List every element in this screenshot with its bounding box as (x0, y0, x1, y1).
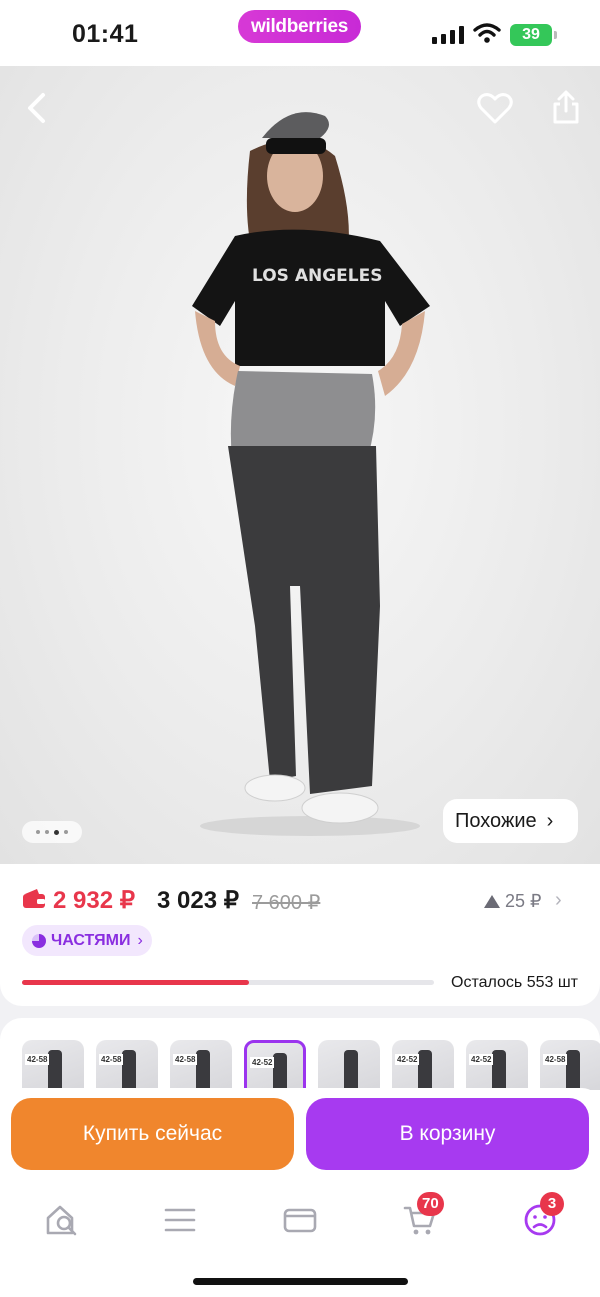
back-button[interactable] (18, 90, 54, 126)
cellular-signal-icon (432, 26, 464, 44)
variant-thumbnail[interactable]: 42-58 (170, 1040, 232, 1090)
thumbnail-size-tag: 42-52 (250, 1057, 275, 1068)
old-price: 7 600 ₽ (252, 892, 321, 914)
nav-home[interactable] (42, 1200, 82, 1240)
thumbnail-size-tag: 42-52 (469, 1054, 494, 1065)
heart-icon (477, 93, 513, 124)
thumbnail-size-tag: 42-58 (173, 1054, 198, 1065)
stock-progress-bar (22, 980, 434, 985)
thumbnail-size-tag: 42-52 (395, 1054, 420, 1065)
thumbnail-size-tag: 42-58 (99, 1054, 124, 1065)
favorite-button[interactable] (474, 88, 516, 130)
chevron-right-icon: › (137, 931, 143, 949)
catalog-icon (164, 1208, 196, 1232)
installments-chip[interactable]: ЧАСТЯМИ › (22, 925, 152, 956)
status-time: 01:41 (72, 20, 139, 48)
gallery-pagination (22, 821, 82, 843)
wallet-icon (283, 1208, 317, 1233)
home-indicator (193, 1278, 408, 1285)
price-card: 2 932 ₽ 3 023 ₽ 7 600 ₽ 25 ₽ › ЧАСТЯМИ ›… (0, 864, 600, 1006)
similar-products-label: Похожие (455, 809, 537, 832)
battery-indicator: 39 (510, 24, 557, 46)
svg-text:LOS ANGELES: LOS ANGELES (252, 266, 382, 286)
nav-profile[interactable]: 3 (520, 1192, 564, 1240)
brand-logo: wildberries (238, 10, 361, 43)
nav-wallet[interactable] (280, 1200, 320, 1240)
stock-progress-fill (22, 980, 249, 985)
share-icon (553, 90, 579, 124)
installments-label: ЧАСТЯМИ (51, 931, 131, 949)
similar-products-button[interactable]: Похожие › (443, 799, 578, 843)
variant-thumbnail[interactable]: 42-52 (466, 1040, 528, 1090)
triangle-up-icon (484, 895, 500, 908)
variant-thumbnail[interactable]: 42-58 (96, 1040, 158, 1090)
wallet-icon (23, 889, 45, 908)
product-image-gallery[interactable]: LOS ANGELES Похожие › (0, 66, 600, 866)
price-change-value: 25 ₽ (505, 891, 542, 911)
wallet-price: 2 932 ₽ (53, 887, 135, 914)
variant-thumbnails[interactable]: 42-58 42-58 42-58 42-52 42-52 42-52 42-58 (22, 1040, 600, 1090)
stock-remaining: Осталось 553 шт (451, 974, 578, 991)
current-price: 3 023 ₽ (157, 887, 239, 914)
share-button[interactable] (546, 86, 586, 128)
nav-catalog[interactable] (160, 1200, 200, 1240)
cart-badge: 70 (417, 1192, 444, 1216)
profile-badge: 3 (540, 1192, 564, 1216)
buy-now-button[interactable]: Купить сейчас (11, 1098, 294, 1170)
chevron-right-icon: › (546, 809, 554, 832)
gallery-dot (64, 830, 68, 834)
add-to-cart-button[interactable]: В корзину (306, 1098, 589, 1170)
nav-cart[interactable]: 70 (400, 1192, 444, 1240)
price-change[interactable]: 25 ₽ (484, 891, 541, 912)
home-search-icon (46, 1205, 77, 1236)
variant-thumbnail[interactable]: 42-58 (22, 1040, 84, 1090)
product-photo: LOS ANGELES (192, 112, 430, 836)
variant-thumbnail-selected[interactable]: 42-52 (244, 1040, 306, 1090)
variant-thumbnail[interactable]: 42-58 (540, 1040, 600, 1090)
variant-thumbnail[interactable] (318, 1040, 380, 1090)
chevron-right-icon[interactable]: › (555, 889, 562, 912)
thumbnail-size-tag: 42-58 (543, 1054, 568, 1065)
variant-thumbnail[interactable]: 42-52 (392, 1040, 454, 1090)
pie-chart-icon (32, 933, 46, 948)
status-bar: 01:41 wildberries 39 (0, 0, 600, 66)
thumbnail-size-tag: 42-58 (25, 1054, 50, 1065)
wifi-icon (473, 23, 501, 43)
back-icon (28, 93, 45, 123)
gallery-dot (45, 830, 49, 834)
gallery-dot (36, 830, 40, 834)
gallery-dot-active (54, 829, 59, 835)
